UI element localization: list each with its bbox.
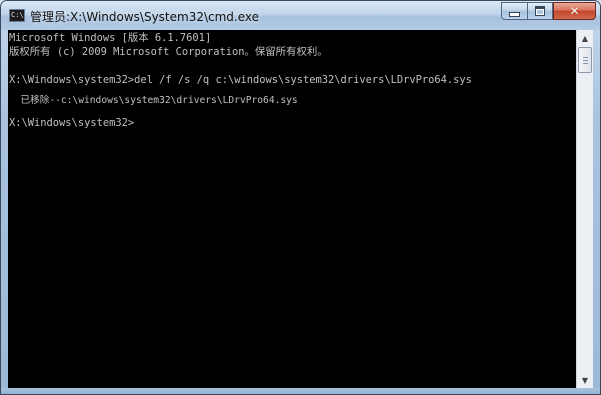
maximize-icon (535, 6, 545, 16)
grip-line (583, 60, 588, 61)
close-button[interactable]: ✕ (553, 2, 596, 20)
title-bar[interactable]: C:\ 管理员:X:\Windows\System32\cmd.exe ✕ (1, 1, 600, 30)
minimize-icon (509, 11, 520, 17)
arrow-up-icon: ▲ (581, 33, 589, 43)
console-line: 已移除--c:\windows\system32\drivers\LDrvPro… (9, 95, 298, 106)
maximize-button[interactable] (527, 2, 553, 20)
window-bottom-border (1, 388, 600, 394)
close-icon: ✕ (569, 4, 580, 18)
console-output[interactable]: Microsoft Windows [版本 6.1.7601] 版权所有 (c)… (8, 30, 576, 388)
scroll-down-button[interactable]: ▼ (577, 372, 593, 388)
grip-line (583, 63, 588, 64)
window-controls: ✕ (501, 2, 596, 21)
grip-line (583, 57, 588, 58)
console-prompt-line: X:\Windows\system32> (9, 117, 135, 129)
window-title: 管理员:X:\Windows\System32\cmd.exe (30, 10, 260, 24)
console-line: 版权所有 (c) 2009 Microsoft Corporation。保留所有… (9, 46, 328, 58)
scroll-up-button[interactable]: ▲ (577, 30, 593, 46)
cmd-window: C:\ 管理员:X:\Windows\System32\cmd.exe ✕ Mi… (0, 0, 601, 395)
vertical-scrollbar[interactable]: ▲ ▼ (576, 30, 593, 388)
arrow-down-icon: ▼ (581, 375, 589, 385)
console-line: Microsoft Windows [版本 6.1.7601] (9, 32, 212, 44)
console-line: X:\Windows\system32>del /f /s /q c:\wind… (9, 74, 472, 86)
minimize-button[interactable] (501, 2, 527, 20)
cmd-app-icon[interactable]: C:\ (9, 9, 25, 22)
scroll-thumb[interactable] (578, 47, 592, 73)
